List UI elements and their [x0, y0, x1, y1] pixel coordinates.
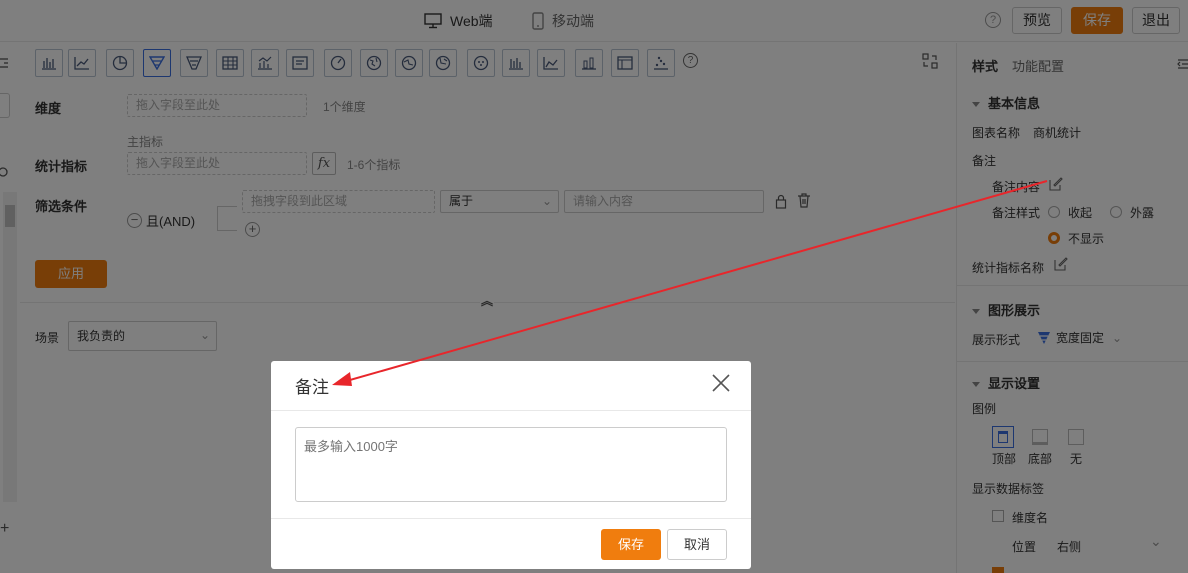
annotation-arrow [332, 180, 1048, 386]
